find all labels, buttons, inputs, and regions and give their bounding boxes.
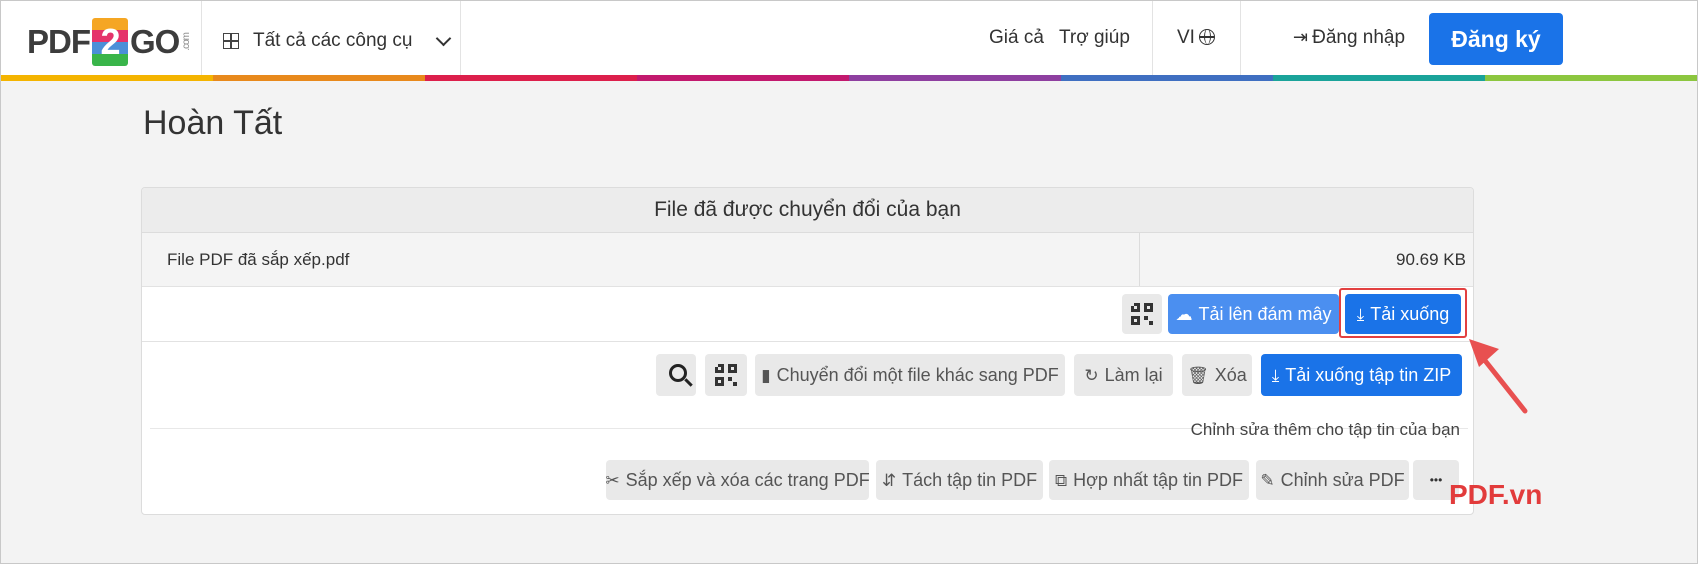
card-title: File đã được chuyển đổi của bạn bbox=[142, 188, 1473, 233]
download-icon: ⤓ bbox=[1271, 365, 1280, 385]
search-icon bbox=[669, 364, 687, 382]
file-actions-row: ☁ Tải lên đám mây ⤓ Tải xuống bbox=[142, 287, 1473, 342]
header-divider bbox=[1152, 1, 1153, 75]
edit-icon: ✎ bbox=[1260, 470, 1275, 490]
tool-button-edit[interactable]: ✎ Chỉnh sửa PDF bbox=[1256, 460, 1409, 500]
nav-pricing[interactable]: Giá cả bbox=[989, 27, 1044, 49]
header-divider bbox=[1240, 1, 1241, 75]
red-pointer-arrow-icon bbox=[1469, 339, 1528, 414]
login-link[interactable]: ⇥ Đăng nhập bbox=[1293, 27, 1405, 49]
download-icon: ⤓ bbox=[1356, 304, 1365, 324]
cloud-upload-icon: ☁ bbox=[1175, 304, 1193, 324]
trash-icon: 🗑 bbox=[1187, 365, 1209, 385]
globe-icon bbox=[1198, 29, 1215, 45]
redo-button[interactable]: ↻ Làm lại bbox=[1074, 354, 1173, 396]
rainbow-segment bbox=[425, 75, 637, 81]
qr-code-icon bbox=[715, 364, 737, 386]
redo-icon: ↻ bbox=[1084, 365, 1099, 385]
site-header: PDF 2 GO .com Tất cả các công cụ Giá cả Trợ… bbox=[1, 1, 1697, 81]
tool-button-split[interactable]: ⇵ Tách tập tin PDF bbox=[876, 460, 1043, 500]
column-divider bbox=[1139, 233, 1140, 286]
rainbow-segment bbox=[1, 75, 213, 81]
all-tools-dropdown[interactable]: Tất cả các công cụ bbox=[223, 23, 452, 59]
file-name: File PDF đã sắp xếp.pdf bbox=[167, 250, 350, 269]
header-divider bbox=[201, 1, 202, 75]
chevron-down-icon bbox=[436, 30, 452, 46]
qr-code-icon bbox=[1131, 303, 1153, 325]
rainbow-segment bbox=[1061, 75, 1273, 81]
qr-code-button[interactable] bbox=[1122, 294, 1162, 334]
all-tools-label: Tất cả các công cụ bbox=[253, 30, 413, 51]
sign-in-icon: ⇥ bbox=[1293, 27, 1309, 47]
file-icon: ▮ bbox=[761, 365, 771, 385]
delete-button[interactable]: 🗑 Xóa bbox=[1182, 354, 1252, 396]
rainbow-stripe bbox=[1, 75, 1697, 81]
rainbow-segment bbox=[213, 75, 425, 81]
signup-button[interactable]: Đăng ký bbox=[1429, 13, 1563, 65]
pdf2go-logo[interactable]: PDF 2 GO .com bbox=[27, 17, 192, 67]
rainbow-segment bbox=[1273, 75, 1485, 81]
qr-code-button[interactable] bbox=[705, 354, 747, 396]
tool-button-merge[interactable]: ⧉ Hợp nhất tập tin PDF bbox=[1049, 460, 1249, 500]
grid-icon bbox=[223, 33, 239, 49]
nav-help[interactable]: Trợ giúp bbox=[1059, 27, 1130, 49]
rainbow-segment bbox=[637, 75, 849, 81]
convert-other-file-button[interactable]: ▮ Chuyển đổi một file khác sang PDF bbox=[755, 354, 1065, 396]
language-selector[interactable]: VI bbox=[1177, 27, 1215, 49]
scissors-icon: ✂ bbox=[605, 470, 620, 490]
upload-cloud-button[interactable]: ☁ Tải lên đám mây bbox=[1168, 294, 1339, 334]
file-size: 90.69 KB bbox=[1396, 250, 1466, 269]
split-icon: ⇵ bbox=[881, 470, 897, 490]
download-button[interactable]: ⤓ Tải xuống bbox=[1345, 294, 1461, 334]
converted-files-card: File đã được chuyển đổi của bạn File PDF… bbox=[141, 187, 1474, 515]
page-title: Hoàn Tất bbox=[143, 104, 283, 142]
rainbow-segment bbox=[1485, 75, 1697, 81]
file-row: File PDF đã sắp xếp.pdf 90.69 KB bbox=[142, 233, 1473, 287]
rainbow-segment bbox=[849, 75, 1061, 81]
tool-button-sort-delete[interactable]: ✂ Sắp xếp và xóa các trang PDF bbox=[605, 460, 870, 500]
edit-more-label: Chỉnh sửa thêm cho tập tin của bạn bbox=[1190, 420, 1460, 439]
copy-icon: ⧉ bbox=[1054, 470, 1068, 490]
header-divider bbox=[460, 1, 461, 75]
search-button[interactable] bbox=[656, 354, 696, 396]
watermark: PDF.vn bbox=[1449, 479, 1543, 510]
download-zip-button[interactable]: ⤓ Tải xuống tập tin ZIP bbox=[1261, 354, 1462, 396]
